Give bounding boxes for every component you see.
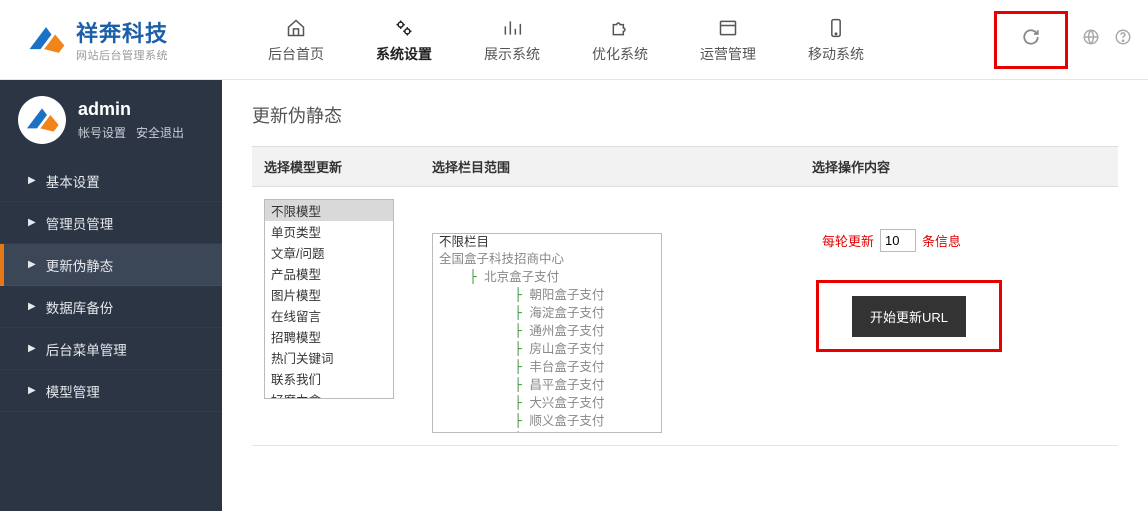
nav-label: 后台首页 bbox=[242, 44, 350, 64]
logo-title: 祥奔科技 bbox=[76, 16, 168, 48]
batch-size-row: 每轮更新 条信息 bbox=[822, 229, 1106, 252]
refresh-icon[interactable] bbox=[1022, 28, 1040, 51]
logo-subtitle: 网站后台管理系统 bbox=[76, 47, 168, 63]
tree-option[interactable]: 不限栏目 bbox=[433, 234, 661, 251]
caret-right-icon: ▶ bbox=[28, 259, 36, 270]
nav-item-2[interactable]: 展示系统 bbox=[458, 10, 566, 70]
user-block: admin 帐号设置安全退出 bbox=[0, 80, 222, 160]
top-actions bbox=[994, 11, 1132, 69]
nav-label: 移动系统 bbox=[782, 44, 890, 64]
tree-option[interactable]: 全国盒子科技招商中心 bbox=[433, 251, 661, 268]
window-icon bbox=[674, 16, 782, 40]
model-option[interactable]: 图片模型 bbox=[265, 284, 393, 305]
sidebar: admin 帐号设置安全退出 ▶ 基本设置 ▶ 管理员管理 ▶ 更新伪静态 ▶ 数据库备份 ▶ 后… bbox=[0, 80, 222, 511]
content-area: 更新伪静态 选择模型更新 选择栏目范围 选择操作内容 不限模型单页类型文章/问题… bbox=[222, 80, 1148, 511]
sidebar-item-label: 数据库备份 bbox=[46, 297, 114, 317]
sidebar-item-0[interactable]: ▶ 基本设置 bbox=[0, 160, 222, 202]
tree-option[interactable]: ├ 北京盒子支付 bbox=[433, 268, 661, 286]
top-nav: 后台首页系统设置展示系统优化系统运营管理移动系统 bbox=[242, 10, 890, 70]
tree-option[interactable]: ├ 顺义盒子支付 bbox=[433, 412, 661, 430]
nav-label: 优化系统 bbox=[566, 44, 674, 64]
sidebar-item-1[interactable]: ▶ 管理员管理 bbox=[0, 202, 222, 244]
model-option[interactable]: 文章/问题 bbox=[265, 242, 393, 263]
nav-item-1[interactable]: 系统设置 bbox=[350, 10, 458, 70]
model-option[interactable]: 在线留言 bbox=[265, 305, 393, 326]
model-option[interactable]: 好魔力盒 bbox=[265, 389, 393, 399]
page-title: 更新伪静态 bbox=[252, 102, 1118, 128]
nav-label: 展示系统 bbox=[458, 44, 566, 64]
caret-right-icon: ▶ bbox=[28, 385, 36, 396]
sidebar-item-2[interactable]: ▶ 更新伪静态 bbox=[0, 244, 222, 286]
home-icon bbox=[242, 16, 350, 40]
nav-label: 运营管理 bbox=[674, 44, 782, 64]
model-option[interactable]: 热门关键词 bbox=[265, 347, 393, 368]
sidebar-item-label: 基本设置 bbox=[46, 171, 100, 191]
nav-item-0[interactable]: 后台首页 bbox=[242, 10, 350, 70]
caret-right-icon: ▶ bbox=[28, 301, 36, 312]
side-menu: ▶ 基本设置 ▶ 管理员管理 ▶ 更新伪静态 ▶ 数据库备份 ▶ 后台菜单管理 ▶ 模型管理 bbox=[0, 160, 222, 412]
caret-right-icon: ▶ bbox=[28, 343, 36, 354]
category-treebox[interactable]: 不限栏目全国盒子科技招商中心 ├ 北京盒子支付 ├ 朝阳盒子支付 ├ 海淀盒子支… bbox=[432, 233, 662, 433]
header-col-scope: 选择栏目范围 bbox=[420, 147, 800, 186]
start-update-button[interactable]: 开始更新URL bbox=[852, 296, 966, 337]
model-option[interactable]: 单页类型 bbox=[265, 221, 393, 242]
batch-prefix-label: 每轮更新 bbox=[822, 231, 874, 250]
caret-right-icon: ▶ bbox=[28, 175, 36, 186]
tree-option[interactable]: ├ 海淀盒子支付 bbox=[433, 304, 661, 322]
sidebar-item-5[interactable]: ▶ 模型管理 bbox=[0, 370, 222, 412]
logo: 祥奔科技 网站后台管理系统 bbox=[24, 16, 224, 63]
header-col-action: 选择操作内容 bbox=[800, 147, 1118, 186]
header-col-model: 选择模型更新 bbox=[252, 147, 420, 186]
model-option[interactable]: 不限模型 bbox=[265, 200, 393, 221]
globe-icon[interactable] bbox=[1082, 28, 1100, 51]
user-name: admin bbox=[78, 99, 194, 120]
batch-suffix-label: 条信息 bbox=[922, 231, 961, 250]
model-option[interactable]: 联系我们 bbox=[265, 368, 393, 389]
tree-option[interactable]: ├ 西城盒子支付 bbox=[433, 430, 661, 433]
sidebar-item-label: 后台菜单管理 bbox=[46, 339, 127, 359]
nav-item-4[interactable]: 运营管理 bbox=[674, 10, 782, 70]
nav-label: 系统设置 bbox=[350, 44, 458, 64]
section-header: 选择模型更新 选择栏目范围 选择操作内容 bbox=[252, 146, 1118, 187]
logo-mark-icon bbox=[24, 18, 68, 62]
sidebar-item-label: 模型管理 bbox=[46, 381, 100, 401]
update-button-highlight-box: 开始更新URL bbox=[816, 280, 1002, 352]
model-listbox[interactable]: 不限模型单页类型文章/问题产品模型图片模型在线留言招聘模型热门关键词联系我们好魔… bbox=[264, 199, 394, 399]
sidebar-item-4[interactable]: ▶ 后台菜单管理 bbox=[0, 328, 222, 370]
sidebar-item-3[interactable]: ▶ 数据库备份 bbox=[0, 286, 222, 328]
tree-option[interactable]: ├ 房山盒子支付 bbox=[433, 340, 661, 358]
model-option[interactable]: 产品模型 bbox=[265, 263, 393, 284]
sidebar-item-label: 管理员管理 bbox=[46, 213, 114, 233]
nav-item-3[interactable]: 优化系统 bbox=[566, 10, 674, 70]
batch-size-input[interactable] bbox=[880, 229, 916, 252]
account-settings-link[interactable]: 帐号设置 bbox=[78, 126, 126, 140]
model-option[interactable]: 招聘模型 bbox=[265, 326, 393, 347]
bars-icon bbox=[458, 16, 566, 40]
mobile-icon bbox=[782, 16, 890, 40]
caret-right-icon: ▶ bbox=[28, 217, 36, 228]
logout-link[interactable]: 安全退出 bbox=[136, 126, 184, 140]
gears-icon bbox=[350, 16, 458, 40]
tree-option[interactable]: ├ 昌平盒子支付 bbox=[433, 376, 661, 394]
avatar bbox=[18, 96, 66, 144]
tree-option[interactable]: ├ 通州盒子支付 bbox=[433, 322, 661, 340]
sidebar-item-label: 更新伪静态 bbox=[46, 255, 114, 275]
nav-item-5[interactable]: 移动系统 bbox=[782, 10, 890, 70]
puzzle-icon bbox=[566, 16, 674, 40]
tree-option[interactable]: ├ 丰台盒子支付 bbox=[433, 358, 661, 376]
refresh-highlight-box bbox=[994, 11, 1068, 69]
help-icon[interactable] bbox=[1114, 28, 1132, 51]
tree-option[interactable]: ├ 大兴盒子支付 bbox=[433, 394, 661, 412]
top-bar: 祥奔科技 网站后台管理系统 后台首页系统设置展示系统优化系统运营管理移动系统 bbox=[0, 0, 1148, 80]
tree-option[interactable]: ├ 朝阳盒子支付 bbox=[433, 286, 661, 304]
